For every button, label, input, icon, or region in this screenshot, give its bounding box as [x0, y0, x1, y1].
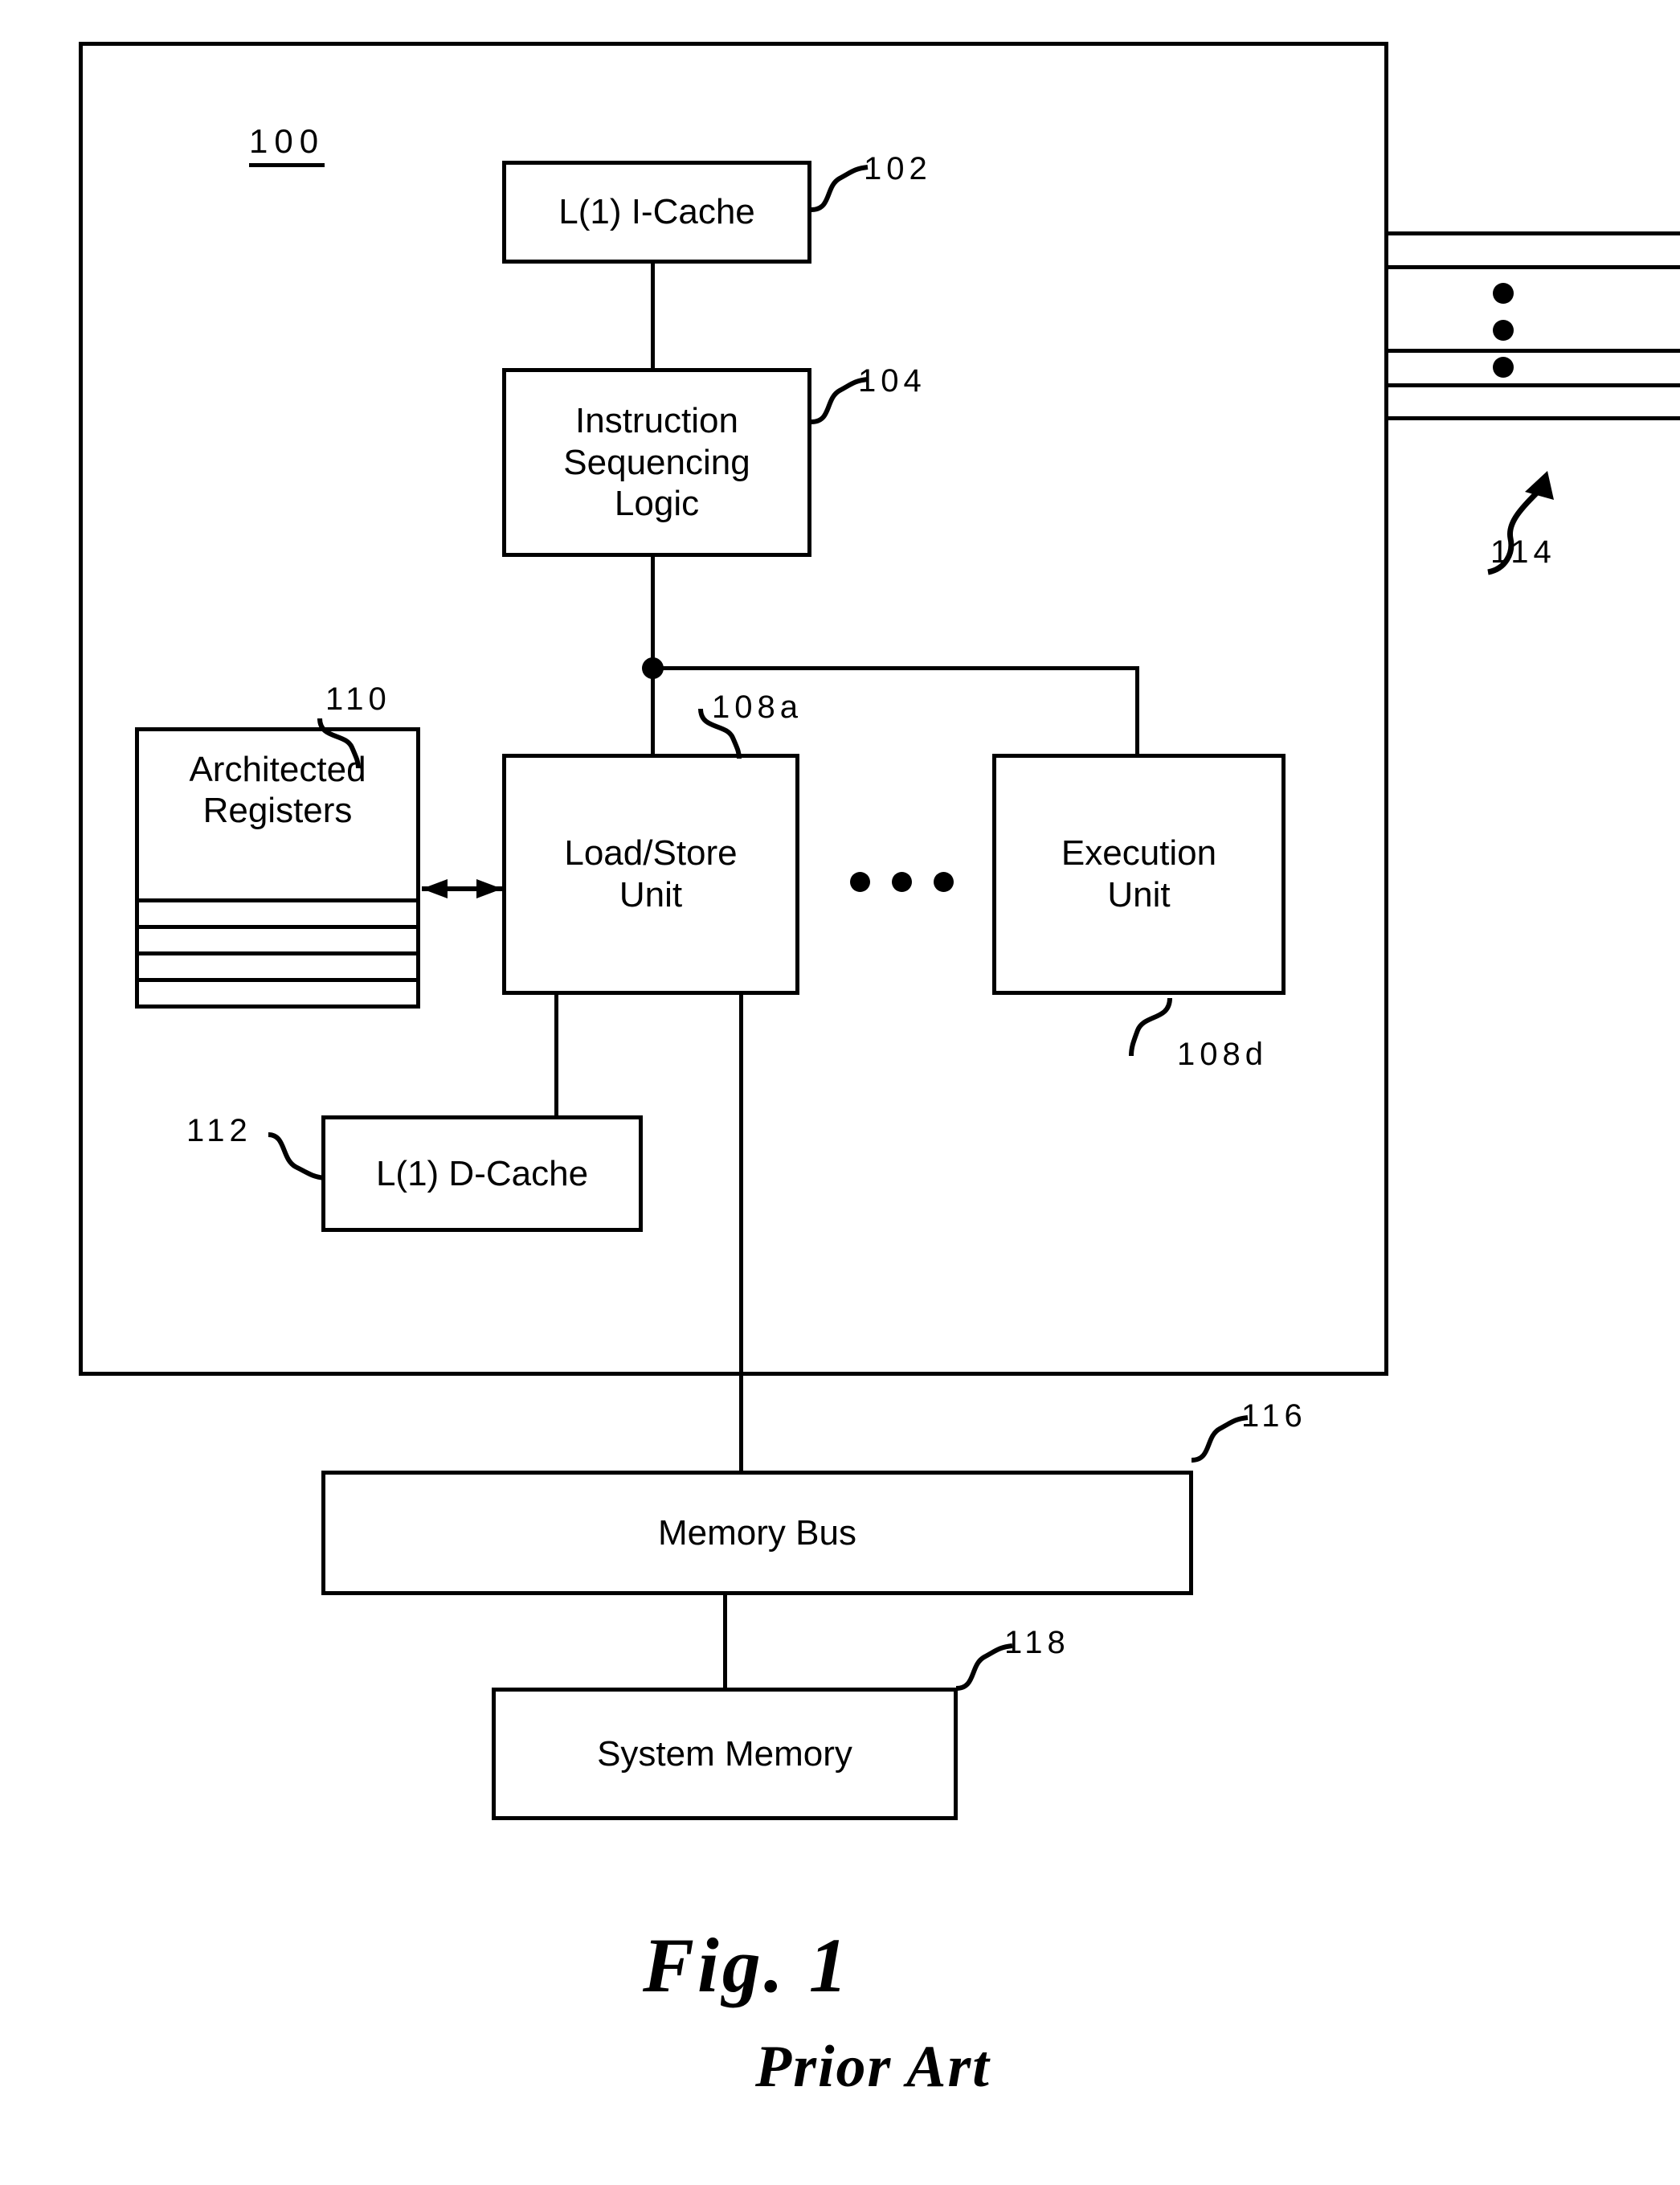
lsu-label-line1: Load/Store [564, 833, 738, 874]
bidirectional-arrow-registers-lsu [422, 879, 502, 898]
block-l1-dcache-label: L(1) D-Cache [375, 1153, 589, 1193]
reference-numeral-108d: 108d [1177, 1037, 1268, 1072]
ellipsis-dot [934, 872, 954, 892]
block-system-memory-label: System Memory [597, 1733, 852, 1774]
isl-label-line2: Sequencing [563, 442, 750, 482]
reference-numeral-102: 102 [864, 151, 932, 186]
eu-label-line2: Unit [1107, 875, 1171, 915]
register-row [139, 951, 416, 978]
external-bus-line [1388, 416, 1680, 420]
reference-numeral-104: 104 [858, 363, 926, 399]
patent-figure-1: 100 L(1) I-Cache 102 Instruction Sequenc… [0, 0, 1680, 2185]
lead-line-102 [811, 165, 869, 212]
block-instruction-sequencing-logic[interactable]: Instruction Sequencing Logic [502, 368, 811, 557]
lsu-label-line2: Unit [619, 875, 683, 915]
reference-numeral-108a: 108a [712, 689, 803, 725]
isl-label-line1: Instruction [575, 400, 738, 440]
external-bus-line [1388, 383, 1680, 387]
wire-unit-dispatch-bus [651, 666, 1139, 670]
reference-numeral-116: 116 [1241, 1398, 1307, 1434]
block-l1-icache[interactable]: L(1) I-Cache [502, 161, 811, 264]
block-load-store-unit[interactable]: Load/Store Unit [502, 754, 799, 995]
external-bus-line [1388, 265, 1680, 269]
isl-label-line3: Logic [614, 484, 700, 524]
figure-caption-prior-art: Prior Art [755, 2034, 991, 2100]
reference-numeral-114: 114 [1490, 534, 1556, 570]
wire-memory-bus-to-system-memory [723, 1595, 727, 1688]
external-bus-line [1388, 231, 1680, 235]
reference-numeral-118: 118 [1004, 1625, 1070, 1660]
eu-label-line1: Execution [1061, 833, 1217, 874]
block-l1-dcache[interactable]: L(1) D-Cache [321, 1115, 643, 1232]
vertical-ellipsis-dot [1493, 357, 1514, 378]
register-row-group [139, 898, 416, 1005]
wire-junction-dot [642, 657, 664, 679]
block-memory-bus-label: Memory Bus [658, 1512, 856, 1553]
ellipsis-dot [850, 872, 870, 892]
vertical-ellipsis-dot [1493, 283, 1514, 304]
register-row [139, 898, 416, 925]
archregs-label-line2: Registers [202, 791, 353, 831]
block-memory-bus[interactable]: Memory Bus [321, 1471, 1193, 1595]
register-row [139, 978, 416, 1005]
wire-icache-to-isl [651, 264, 655, 368]
figure-caption: Fig. 1 [643, 1922, 851, 2008]
block-execution-unit[interactable]: Execution Unit [992, 754, 1286, 995]
register-row [139, 925, 416, 951]
block-l1-icache-label: L(1) I-Cache [558, 192, 755, 232]
vertical-ellipsis-dot [1493, 320, 1514, 341]
external-bus-line [1388, 349, 1680, 353]
reference-numeral-112: 112 [186, 1113, 252, 1148]
wire-lsu-to-memory-bus [739, 995, 743, 1471]
lead-line-112 [268, 1132, 325, 1180]
wire-lsu-to-dcache [554, 995, 558, 1115]
wire-isl-to-units [651, 557, 655, 754]
ellipsis-dot [892, 872, 912, 892]
reference-numeral-110: 110 [325, 681, 391, 717]
wire-dispatch-to-execution-unit [1135, 666, 1139, 754]
block-system-memory[interactable]: System Memory [492, 1688, 958, 1820]
figure-reference-100: 100 [249, 125, 325, 167]
